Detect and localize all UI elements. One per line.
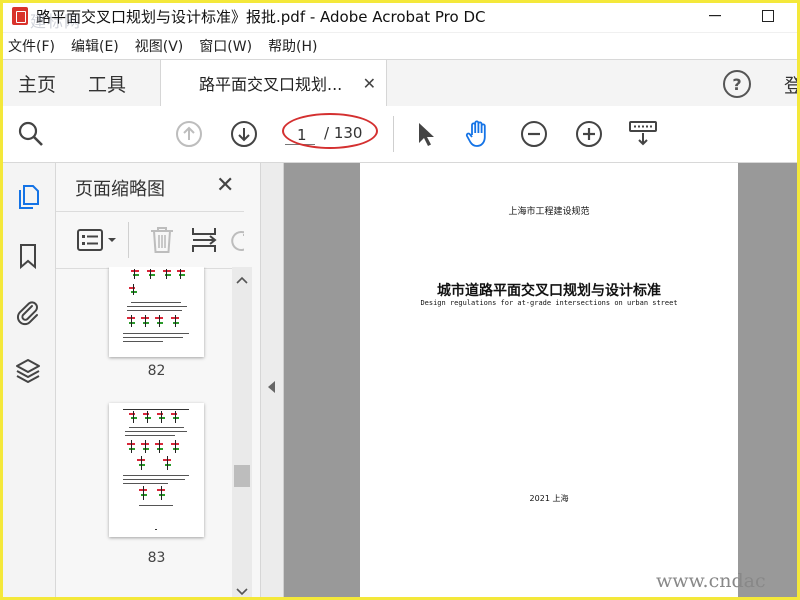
thumbnail-image — [123, 409, 189, 530]
document-page: 上海市工程建设规范 城市道路平面交叉口规划与设计标准 Design regula… — [360, 163, 738, 600]
page-display-icon — [629, 121, 657, 146]
tab-tools[interactable]: 工具 — [88, 60, 126, 106]
arrow-down-icon — [231, 121, 257, 147]
scrollbar-thumb[interactable] — [234, 465, 250, 487]
select-tool-button[interactable] — [410, 119, 440, 149]
bookmarks-button[interactable] — [13, 241, 43, 271]
zoom-out-icon — [521, 121, 547, 147]
close-icon[interactable]: ✕ — [363, 74, 376, 93]
zoom-out-button[interactable] — [519, 119, 549, 149]
annotation-oval — [282, 113, 378, 149]
thumbnail-scrollbar[interactable] — [232, 267, 252, 600]
page-header: 上海市工程建设规范 — [508, 207, 590, 217]
attachments-button[interactable] — [13, 297, 43, 327]
rotate-page-button[interactable] — [228, 227, 244, 257]
toolbar: 1 / 130 — [0, 106, 800, 163]
minimize-icon — [709, 15, 721, 17]
select-pointer-icon — [419, 123, 434, 146]
arrow-up-icon — [176, 121, 202, 147]
window-title: 路平面交叉口规划与设计标准》报批.pdf - Adobe Acrobat Pro… — [36, 7, 486, 26]
hand-tool-button[interactable] — [463, 119, 493, 149]
maximize-button[interactable] — [748, 4, 788, 28]
menu-file[interactable]: 文件(F) — [0, 36, 63, 56]
page-display-button[interactable] — [628, 119, 658, 149]
left-rail — [0, 163, 56, 600]
insert-page-button[interactable] — [190, 225, 218, 259]
menu-help[interactable]: 帮助(H) — [260, 36, 325, 56]
toolbar-divider — [393, 116, 394, 152]
panel-toolbar-divider — [128, 222, 129, 258]
thumbnail-image — [123, 269, 189, 342]
insert-icon — [192, 228, 217, 252]
document-view[interactable]: 上海市工程建设规范 城市道路平面交叉口规划与设计标准 Design regula… — [261, 163, 800, 600]
options-button[interactable] — [76, 227, 120, 253]
previous-page-button[interactable] — [174, 119, 204, 149]
menu-edit[interactable]: 编辑(E) — [63, 36, 127, 56]
panel-title: 页面缩略图 — [75, 179, 165, 200]
chevron-left-icon — [268, 381, 275, 393]
page-footer: 2021 上海 — [529, 494, 569, 503]
chevron-down-icon[interactable] — [232, 585, 252, 599]
close-icon[interactable]: ✕ — [216, 173, 234, 198]
rotate-icon — [231, 230, 244, 251]
hand-icon — [465, 120, 486, 147]
zoom-in-icon — [576, 121, 602, 147]
title-bar: 路平面交叉口规划与设计标准》报批.pdf - Adobe Acrobat Pro… — [0, 0, 800, 32]
thumbnail-label: 82 — [147, 363, 166, 379]
layers-button[interactable] — [13, 356, 43, 386]
thumbnail-list: 82 83 — [56, 267, 231, 600]
menu-bar: 文件(F) 编辑(E) 视图(V) 窗口(W) 帮助(H) — [0, 33, 800, 59]
page-title: 城市道路平面交叉口规划与设计标准 — [437, 283, 661, 299]
next-page-button[interactable] — [229, 119, 259, 149]
thumbnail-page-83[interactable] — [109, 403, 204, 537]
minimize-button[interactable] — [695, 4, 735, 28]
zoom-in-button[interactable] — [574, 119, 604, 149]
pdf-icon — [12, 7, 28, 25]
attachment-icon — [17, 301, 38, 326]
page-subtitle: Design regulations for at-grade intersec… — [420, 299, 678, 307]
tab-bar: 主页 工具 路平面交叉口规划... ✕ ? 登 — [0, 59, 800, 107]
document-tab-label: 路平面交叉口规划... — [199, 75, 343, 94]
chevron-up-icon[interactable] — [232, 273, 252, 287]
menu-view[interactable]: 视图(V) — [127, 36, 192, 56]
options-icon — [77, 229, 116, 251]
thumbnail-label: 83 — [147, 550, 166, 566]
help-icon[interactable]: ? — [723, 70, 751, 98]
page-thumbnails-button[interactable] — [13, 182, 43, 212]
thumbnail-page-82[interactable] — [109, 267, 204, 357]
thumbnails-panel: 页面缩略图 ✕ 82 83 — [56, 163, 261, 600]
panel-toolbar — [56, 211, 244, 269]
bookmark-icon — [20, 244, 36, 270]
watermark-logo: 建标网 — [30, 12, 82, 31]
tab-home[interactable]: 主页 — [18, 60, 56, 106]
pages-icon — [19, 185, 39, 209]
site-watermark: www.cndac — [656, 570, 766, 592]
tab-document[interactable]: 路平面交叉口规划... ✕ — [160, 60, 387, 106]
layers-icon — [16, 359, 40, 383]
search-icon — [18, 121, 43, 146]
delete-page-button[interactable] — [148, 225, 176, 259]
menu-window[interactable]: 窗口(W) — [191, 36, 260, 56]
login-button[interactable]: 登 — [784, 71, 800, 98]
maximize-icon — [762, 10, 774, 22]
search-button[interactable] — [16, 119, 46, 149]
delete-icon — [151, 227, 173, 253]
panel-collapse-handle[interactable] — [261, 163, 284, 600]
